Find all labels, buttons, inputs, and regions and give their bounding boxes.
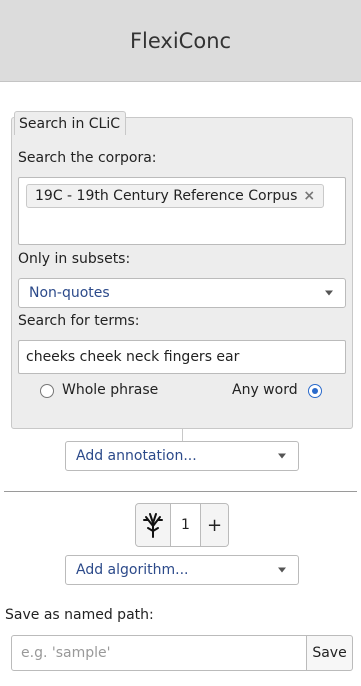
whole-phrase-radio[interactable] — [40, 384, 54, 398]
stepper-value: 1 — [181, 517, 190, 533]
corpora-label: Search the corpora: — [18, 150, 157, 166]
app-header: FlexiConc — [0, 0, 361, 82]
any-word-radio[interactable] — [308, 384, 322, 398]
chevron-down-icon — [278, 567, 286, 573]
subsets-label: Only in subsets: — [18, 251, 131, 267]
subset-select[interactable]: Non-quotes — [18, 278, 346, 308]
terms-label: Search for terms: — [18, 313, 140, 329]
add-algorithm-select[interactable]: Add algorithm... — [65, 555, 299, 585]
path-name-input[interactable] — [11, 635, 307, 671]
stepper-plus-button[interactable]: + — [200, 504, 228, 546]
save-button[interactable]: Save — [306, 635, 353, 671]
save-path-label: Save as named path: — [5, 607, 154, 623]
any-word-label: Any word — [232, 382, 298, 398]
add-algorithm-label: Add algorithm... — [76, 562, 189, 578]
section-divider — [4, 491, 357, 492]
search-panel-legend: Search in CLiC — [14, 111, 127, 135]
search-terms-input[interactable] — [18, 340, 346, 374]
add-annotation-label: Add annotation... — [76, 448, 197, 464]
tree-icon[interactable] — [136, 504, 171, 546]
corpus-tag: 19C - 19th Century Reference Corpus × — [26, 184, 325, 208]
chevron-down-icon — [278, 453, 286, 459]
chevron-down-icon — [325, 290, 333, 296]
subset-select-value: Non-quotes — [29, 285, 110, 301]
remove-tag-icon[interactable]: × — [303, 185, 315, 207]
whole-phrase-label: Whole phrase — [62, 382, 159, 398]
step-stepper: 1 + — [135, 503, 229, 547]
app-title: FlexiConc — [129, 28, 232, 53]
add-annotation-select[interactable]: Add annotation... — [65, 441, 299, 471]
panel-connector — [182, 429, 183, 441]
corpus-tag-label: 19C - 19th Century Reference Corpus — [35, 188, 298, 204]
corpora-multiselect[interactable]: 19C - 19th Century Reference Corpus × — [18, 177, 346, 245]
